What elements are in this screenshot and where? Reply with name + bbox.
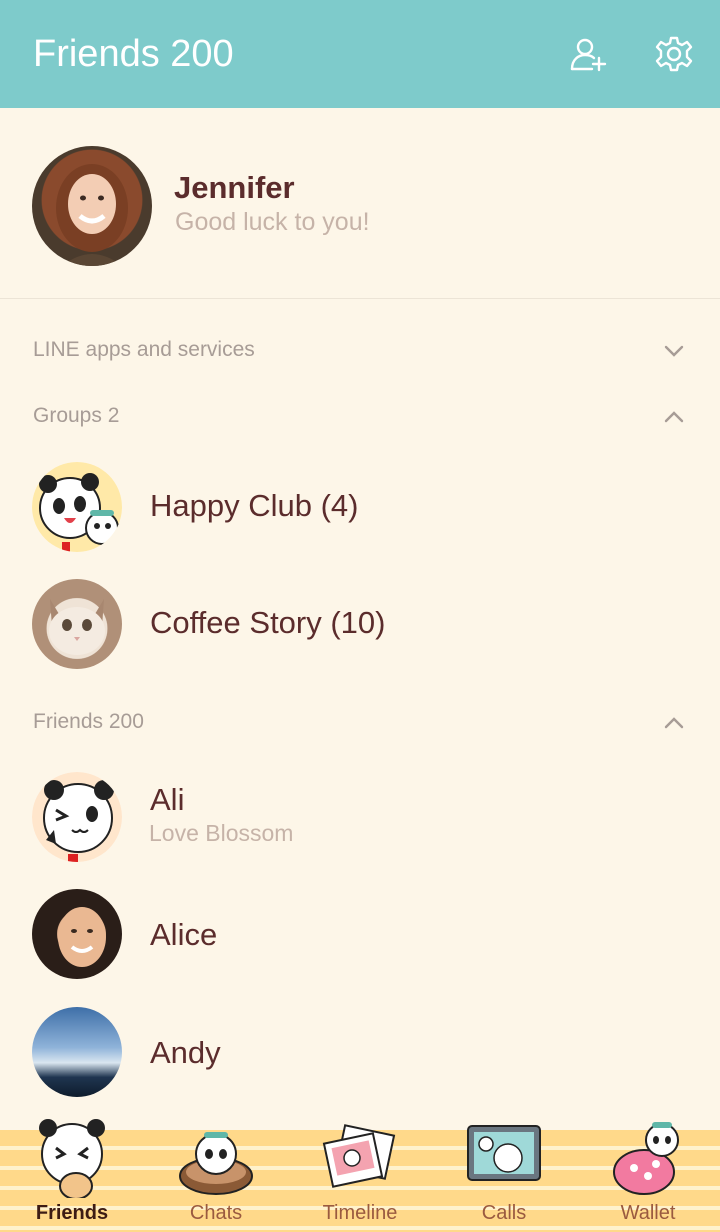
tab-timeline[interactable]: Timeline [288, 1124, 432, 1232]
tab-label: Timeline [322, 1202, 398, 1224]
friend-status-message: Love Blossom [149, 820, 294, 846]
gear-icon[interactable] [654, 34, 694, 74]
avatar [32, 772, 122, 862]
tab-label: Wallet [620, 1202, 676, 1224]
tv-calls-icon [467, 1125, 541, 1181]
section-groups[interactable]: Groups 2 [33, 396, 685, 436]
avatar [32, 462, 122, 552]
my-profile[interactable]: Jennifer Good luck to you! [0, 108, 720, 299]
tab-chats[interactable]: Chats [144, 1130, 288, 1232]
group-name: Happy Club (4) [150, 488, 359, 523]
chevron-up-icon[interactable] [663, 406, 685, 428]
panda-wallet-icon [613, 1122, 679, 1195]
avatar [32, 1007, 122, 1097]
profile-status-message: Good luck to you! [175, 208, 370, 236]
page-title: Friends 200 [33, 33, 234, 75]
group-row[interactable]: Happy Club (4) [0, 452, 720, 562]
avatar[interactable] [32, 146, 152, 266]
avatar [32, 579, 122, 669]
tab-friends[interactable]: Friends [0, 1119, 144, 1232]
photo-frames-timeline-icon [322, 1124, 396, 1188]
friend-name: Andy [150, 1035, 221, 1070]
tab-label: Friends [35, 1202, 109, 1224]
bottom-nav: Friends Chats Timeline Calls Wallet [0, 1119, 720, 1232]
tab-calls[interactable]: Calls [432, 1125, 576, 1232]
section-label: Groups 2 [33, 404, 120, 427]
avatar [32, 889, 122, 979]
friend-row[interactable]: Andy [0, 997, 720, 1107]
tab-wallet[interactable]: Wallet [576, 1122, 720, 1232]
friend-row[interactable]: Alice [0, 879, 720, 989]
tab-label: Chats [189, 1202, 243, 1224]
section-label: LINE apps and services [33, 338, 255, 361]
friend-row[interactable]: Ali Love Blossom [0, 762, 720, 872]
panda-donut-chats-icon [179, 1132, 253, 1195]
group-name: Coffee Story (10) [150, 605, 386, 640]
app-header: Friends 200 [0, 0, 720, 108]
chevron-up-icon[interactable] [663, 712, 685, 734]
section-label: Friends 200 [33, 710, 144, 733]
chevron-down-icon[interactable] [663, 340, 685, 362]
profile-name: Jennifer [174, 170, 295, 205]
section-friends[interactable]: Friends 200 [33, 702, 685, 742]
group-row[interactable]: Coffee Story (10) [0, 569, 720, 679]
panda-friends-icon [39, 1119, 105, 1198]
tab-label: Calls [481, 1202, 527, 1224]
friend-name: Ali [150, 782, 185, 817]
section-line-apps[interactable]: LINE apps and services [33, 330, 685, 370]
add-friend-icon[interactable] [568, 34, 608, 74]
friend-name: Alice [150, 917, 218, 952]
